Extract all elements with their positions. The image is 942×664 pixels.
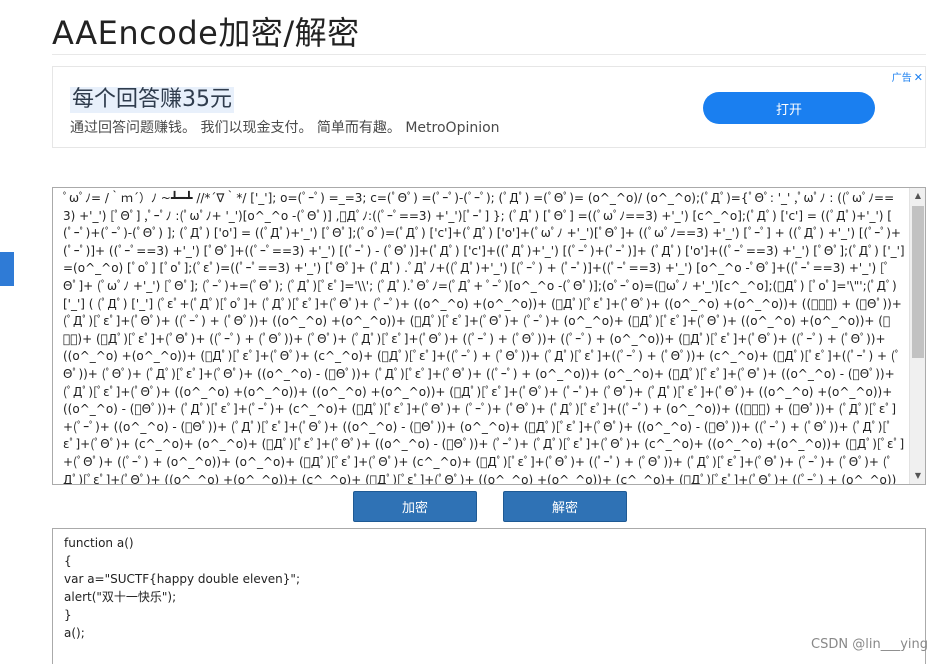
ad-badge[interactable]: 广告 ✕ (892, 69, 923, 84)
title-divider (52, 54, 926, 55)
code-line: { (64, 554, 72, 568)
decoded-lines: function a() { var a="SUCTF{happy double… (64, 534, 300, 642)
code-line: } (64, 608, 72, 622)
encoded-text[interactable]: ﾟωﾟﾉ= /｀ｍ´）ﾉ ~┻━┻ //*´∇｀*/ ['_']; o=(ﾟｰﾟ… (63, 190, 905, 484)
scroll-down-icon[interactable]: ▼ (910, 468, 925, 484)
scrollbar[interactable]: ▲ ▼ (909, 188, 925, 484)
decoded-output[interactable]: function a() { var a="SUCTF{happy double… (52, 528, 926, 664)
left-edge-accent (0, 252, 14, 286)
code-line: a(); (64, 626, 85, 640)
encoded-input[interactable]: ﾟωﾟﾉ= /｀ｍ´）ﾉ ~┻━┻ //*´∇｀*/ ['_']; o=(ﾟｰﾟ… (52, 187, 926, 485)
ad-open-button[interactable]: 打开 (703, 92, 875, 124)
watermark: CSDN @lin___ying (811, 637, 928, 652)
decrypt-button[interactable]: 解密 (503, 491, 627, 522)
code-line: function a() (64, 536, 134, 550)
ad-banner[interactable]: 每个回答赚35元 通过回答问题赚钱。 我们以现金支付。 简单而有趣。 Metro… (52, 66, 926, 148)
ad-badge-label: 广告 (891, 73, 912, 84)
page-title: AAEncode加密/解密 (52, 14, 360, 52)
ad-headline[interactable]: 每个回答赚35元 (70, 87, 234, 113)
scroll-up-icon[interactable]: ▲ (910, 188, 925, 204)
scrollbar-thumb[interactable] (912, 206, 924, 358)
encrypt-button[interactable]: 加密 (353, 491, 477, 522)
close-icon[interactable]: ✕ (914, 71, 923, 84)
code-line: var a="SUCTF{happy double eleven}"; (64, 572, 300, 586)
ad-subtitle: 通过回答问题赚钱。 我们以现金支付。 简单而有趣。 MetroOpinion (70, 120, 500, 136)
code-line: alert("双十一快乐"); (64, 590, 177, 604)
